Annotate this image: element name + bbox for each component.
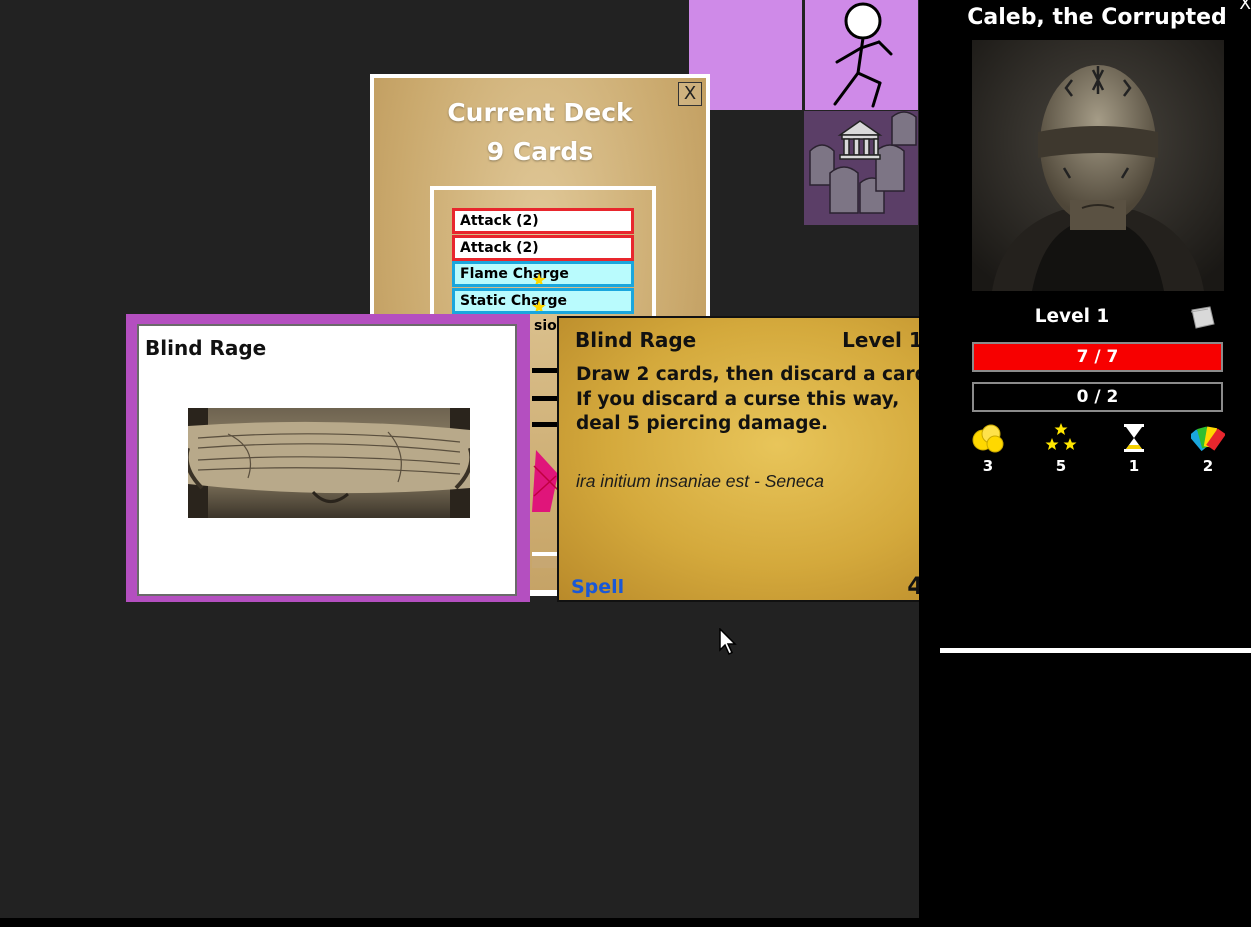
- stat-hand-size: 2: [1188, 423, 1228, 475]
- hero-portrait: [972, 40, 1224, 291]
- stat-gold: 3: [968, 423, 1008, 475]
- graveyard-icon: [804, 111, 918, 225]
- map-tile-graveyard[interactable]: [804, 111, 918, 225]
- deck-item-label: Static Charge: [460, 292, 567, 309]
- deck-card-count: 9 Cards: [486, 137, 594, 166]
- stick-figure-icon: [833, 2, 893, 108]
- map-tile-player[interactable]: [805, 0, 918, 110]
- card-art-frame: Blind Rage: [137, 324, 517, 596]
- hero-level: Level 1: [1034, 306, 1110, 327]
- deck-title: Current Deck: [447, 98, 633, 127]
- blindfolded-face-image: [188, 408, 470, 518]
- gold-coins-icon: [972, 424, 1004, 453]
- game-board: X Current Deck 9 Cards Attack (2) Attack…: [0, 0, 919, 918]
- upgrade-star-icon: ★: [531, 270, 548, 287]
- card-art-title: Blind Rage: [145, 336, 267, 360]
- deck-item-static-charge[interactable]: Static Charge ★: [452, 287, 634, 314]
- deck-icon[interactable]: [1188, 306, 1216, 330]
- deck-item-label: Attack (2): [460, 213, 539, 229]
- upgrade-star-icon: ★: [531, 296, 548, 314]
- experience-bar: 0 / 2: [972, 382, 1223, 412]
- deck-item-attack[interactable]: Attack (2): [452, 234, 634, 261]
- stat-time: 1: [1114, 423, 1154, 475]
- card-description-line: If you discard a curse this way,: [576, 388, 900, 410]
- card-description: Draw 2 cards, then discard a card. If yo…: [576, 363, 919, 437]
- bottom-strip: [0, 918, 919, 927]
- deck-item-flame-charge[interactable]: Flame Charge ★: [452, 261, 634, 287]
- card-quote: ira initium insaniae est - Seneca: [576, 471, 825, 491]
- hand-size-value: 2: [1202, 457, 1214, 475]
- hero-panel: X Caleb, the Corrupted Level 1 7 / 7 0 /…: [919, 0, 1251, 927]
- time-value: 1: [1128, 457, 1140, 475]
- mouse-cursor-icon: [719, 628, 737, 656]
- health-bar: 7 / 7: [972, 342, 1223, 372]
- card-type: Spell: [571, 576, 625, 598]
- card-level: Level 1/1: [842, 328, 919, 352]
- stars-value: 5: [1055, 457, 1067, 475]
- gold-value: 3: [982, 457, 994, 475]
- card-cost: 4: [907, 572, 919, 600]
- cards-fan-icon: [1191, 426, 1225, 452]
- card-name: Blind Rage: [575, 328, 697, 352]
- stars-icon: [1045, 423, 1077, 450]
- deck-list: Attack (2) Attack (2) Flame Charge ★ Sta…: [452, 208, 634, 314]
- card-description-line: deal 5 piercing damage.: [576, 413, 829, 434]
- hourglass-icon: [1124, 424, 1144, 452]
- deck-item-label: Attack (2): [460, 239, 539, 256]
- deck-item-attack[interactable]: Attack (2): [452, 208, 634, 234]
- hero-portrait-image: [972, 40, 1224, 291]
- card-art-preview: Blind Rage: [126, 314, 530, 602]
- deck-item-label: Flame Charge: [460, 266, 569, 282]
- card-description-line: Draw 2 cards, then discard a card.: [576, 364, 919, 385]
- panel-divider: [940, 648, 1251, 653]
- hero-name: Caleb, the Corrupted: [967, 5, 1227, 30]
- card-detail: Blind Rage Level 1/1 Draw 2 cards, then …: [557, 316, 919, 602]
- stat-stars: 5: [1041, 423, 1081, 475]
